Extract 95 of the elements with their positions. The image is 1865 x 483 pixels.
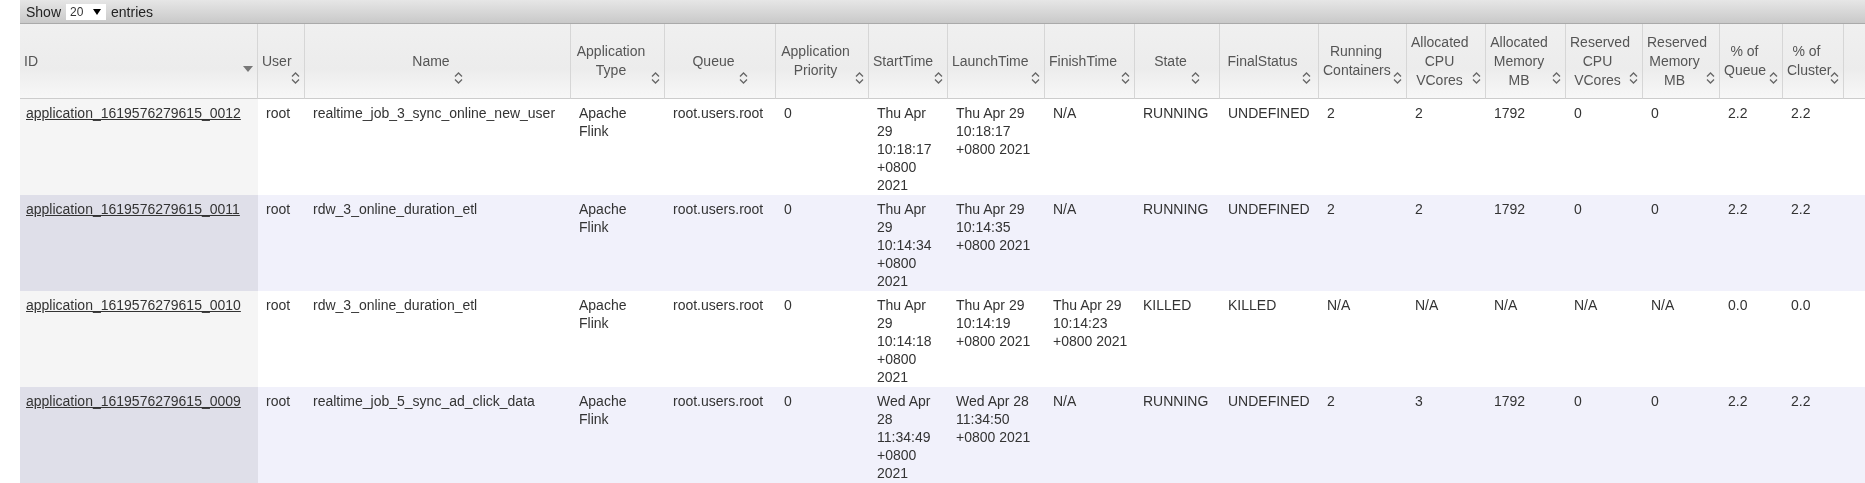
page-size-select[interactable]: 20 bbox=[66, 3, 107, 20]
table-cell: N/A bbox=[1053, 393, 1077, 409]
column-header[interactable]: Reserved CPU VCores bbox=[1566, 24, 1643, 99]
table-cell: 0 bbox=[1651, 201, 1659, 217]
table-cell: 0 bbox=[1574, 105, 1582, 121]
table-cell: root bbox=[266, 201, 291, 217]
table-cell: Thu Apr 29 10:14:19 +0800 2021 bbox=[956, 297, 1031, 349]
column-header[interactable]: Reserved Memory MB bbox=[1643, 24, 1720, 99]
column-header[interactable]: ID bbox=[20, 24, 258, 99]
table-cell: KILLED bbox=[1228, 297, 1277, 313]
table-cell: Apache Flink bbox=[579, 105, 627, 139]
table-cell: root.users.root bbox=[673, 105, 764, 121]
table-cell: realtime_job_3_sync_online_new_user bbox=[313, 105, 556, 121]
table-cell: N/A bbox=[1327, 297, 1351, 313]
table-cell: 3 bbox=[1415, 393, 1423, 409]
column-header[interactable]: FinishTime bbox=[1045, 24, 1135, 99]
column-header[interactable]: State bbox=[1135, 24, 1220, 99]
table-cell: Wed Apr 28 11:34:49 +0800 2021 bbox=[877, 393, 931, 481]
table-cell: UNDEFINED bbox=[1228, 201, 1310, 217]
table-cell: 0 bbox=[784, 105, 792, 121]
table-cell: 0 bbox=[1574, 393, 1582, 409]
column-header[interactable]: Queue bbox=[665, 24, 776, 99]
table-cell: KILLED bbox=[1143, 297, 1192, 313]
table-cell: Apache Flink bbox=[579, 201, 627, 235]
application-link[interactable]: application_1619576279615_0011 bbox=[26, 201, 240, 217]
column-header[interactable]: Application Type bbox=[571, 24, 665, 99]
table-cell: 0 bbox=[1574, 201, 1582, 217]
application-link[interactable]: application_1619576279615_0009 bbox=[26, 393, 241, 409]
table-cell: 2.2 bbox=[1791, 393, 1811, 409]
table-cell: N/A bbox=[1053, 201, 1077, 217]
table-cell: 1792 bbox=[1494, 201, 1526, 217]
column-header[interactable]: Running Containers bbox=[1319, 24, 1407, 99]
table-cell: N/A bbox=[1494, 297, 1518, 313]
table-cell: 2 bbox=[1327, 105, 1335, 121]
table-cell: N/A bbox=[1415, 297, 1439, 313]
table-cell: 1792 bbox=[1494, 105, 1526, 121]
table-cell: 2.2 bbox=[1791, 201, 1811, 217]
caret-icon bbox=[93, 8, 102, 15]
table-cell: RUNNING bbox=[1143, 201, 1209, 217]
table-cell: 0.0 bbox=[1791, 297, 1811, 313]
table-cell: Thu Apr 29 10:14:34 +0800 2021 bbox=[877, 201, 932, 289]
table-cell: UNDEFINED bbox=[1228, 105, 1310, 121]
table-cell: Wed Apr 28 11:34:50 +0800 2021 bbox=[956, 393, 1031, 445]
table-cell: 2 bbox=[1327, 201, 1335, 217]
table-cell: 2.2 bbox=[1728, 393, 1748, 409]
table-cell: 1792 bbox=[1494, 393, 1526, 409]
column-header[interactable]: LaunchTime bbox=[948, 24, 1045, 99]
table-cell: Thu Apr 29 10:14:18 +0800 2021 bbox=[877, 297, 932, 385]
table-cell: Apache Flink bbox=[579, 297, 627, 331]
table-cell: 2 bbox=[1415, 105, 1423, 121]
table-cell: root.users.root bbox=[673, 201, 764, 217]
column-header[interactable]: StartTime bbox=[869, 24, 948, 99]
table-cell: Thu Apr 29 10:18:17 +0800 2021 bbox=[877, 105, 932, 193]
table-cell: 2 bbox=[1415, 201, 1423, 217]
column-header[interactable]: Application Priority bbox=[776, 24, 869, 99]
table-cell: 0.0 bbox=[1728, 297, 1748, 313]
table-cell: N/A bbox=[1651, 297, 1675, 313]
table-cell: RUNNING bbox=[1143, 393, 1209, 409]
table-cell: 0 bbox=[784, 297, 792, 313]
show-label: Show bbox=[26, 3, 62, 20]
table-cell: UNDEFINED bbox=[1228, 393, 1310, 409]
table-cell: root bbox=[266, 297, 291, 313]
application-link[interactable]: application_1619576279615_0010 bbox=[26, 297, 241, 313]
column-header[interactable]: % of Queue bbox=[1720, 24, 1783, 99]
table-cell: 2 bbox=[1327, 393, 1335, 409]
table-cell: root.users.root bbox=[673, 393, 764, 409]
table-cell: Apache Flink bbox=[579, 393, 627, 427]
column-header[interactable]: Allocated Memory MB bbox=[1486, 24, 1566, 99]
column-header[interactable]: % of Cluster bbox=[1783, 24, 1844, 99]
table-cell: 0 bbox=[1651, 393, 1659, 409]
column-header[interactable]: Allocated CPU VCores bbox=[1407, 24, 1486, 99]
table-cell: 2.2 bbox=[1728, 201, 1748, 217]
table-cell: realtime_job_5_sync_ad_click_data bbox=[313, 393, 535, 409]
table-cell: 2.2 bbox=[1728, 105, 1748, 121]
table-cell: Thu Apr 29 10:14:35 +0800 2021 bbox=[956, 201, 1031, 253]
table-cell: 0 bbox=[784, 393, 792, 409]
table-cell: N/A bbox=[1574, 297, 1598, 313]
table-cell: 0 bbox=[1651, 105, 1659, 121]
table-cell: 2.2 bbox=[1791, 105, 1811, 121]
table-cell: Thu Apr 29 10:18:17 +0800 2021 bbox=[956, 105, 1031, 157]
table-cell: rdw_3_online_duration_etl bbox=[313, 201, 478, 217]
table-cell: rdw_3_online_duration_etl bbox=[313, 297, 478, 313]
application-link[interactable]: application_1619576279615_0012 bbox=[26, 105, 241, 121]
table-cell: RUNNING bbox=[1143, 105, 1209, 121]
table-cell: root bbox=[266, 105, 291, 121]
column-header[interactable]: FinalStatus bbox=[1220, 24, 1319, 99]
column-header[interactable]: Name bbox=[305, 24, 571, 99]
column-header[interactable] bbox=[1844, 24, 1865, 99]
column-header[interactable]: User bbox=[258, 24, 305, 99]
table-cell: 0 bbox=[784, 201, 792, 217]
entries-label: entries bbox=[111, 3, 154, 20]
table-cell: Thu Apr 29 10:14:23 +0800 2021 bbox=[1053, 297, 1128, 349]
table-cell: root.users.root bbox=[673, 297, 764, 313]
table-cell: N/A bbox=[1053, 105, 1077, 121]
table-cell: root bbox=[266, 393, 291, 409]
